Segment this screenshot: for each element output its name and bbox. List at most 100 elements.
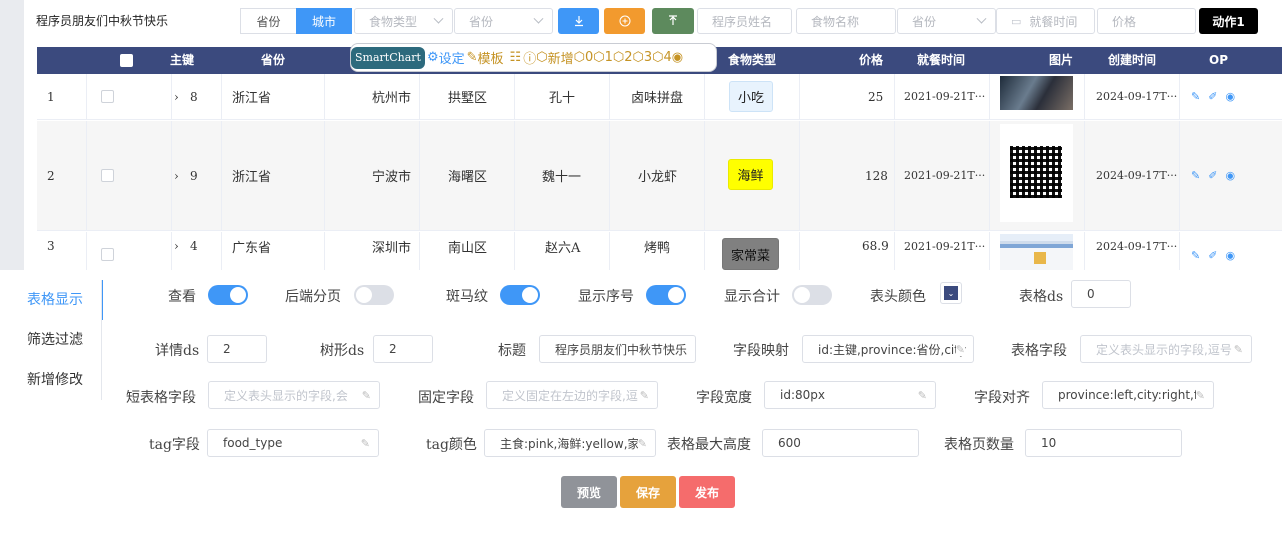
dataset-1[interactable]: 1 [605, 50, 613, 65]
backend-paging-switch[interactable] [354, 285, 394, 305]
tree-ds-input[interactable]: 2 [373, 335, 433, 363]
field-width-input[interactable]: id:80px ✎ [764, 381, 936, 409]
tag-field-input[interactable]: food_type ✎ [207, 429, 379, 457]
table-row[interactable]: 2 › 9 浙江省 宁波市 海曙区 魏十一 小龙虾 海鲜 128 2021-09… [37, 121, 1282, 231]
smartchart-logo[interactable]: SmartChart [351, 46, 425, 69]
field-map-input[interactable]: id:主键,province:省份,city ✎ [802, 335, 974, 363]
upload-button[interactable] [652, 8, 694, 34]
fixed-fields-input[interactable]: 定义固定在左边的字段,逗 ✎ [486, 381, 658, 409]
edit-pen-icon[interactable]: ✎ [1195, 389, 1205, 402]
edit-icon[interactable]: ✎ [1191, 249, 1200, 262]
header-food-type[interactable]: 食物类型 [728, 47, 776, 74]
settings-link[interactable]: 设定 [439, 48, 465, 67]
dataset-3[interactable]: 3 [644, 50, 652, 65]
cell-image[interactable] [1000, 234, 1073, 270]
price-input[interactable]: 价格 [1097, 8, 1196, 34]
max-height-input[interactable]: 600 [762, 429, 919, 457]
header-pk[interactable]: 主键 [170, 47, 194, 74]
eye-icon[interactable]: ◉ [672, 50, 683, 65]
food-name-input[interactable]: 食物名称 [796, 8, 896, 34]
title-label: 标题 [498, 343, 526, 359]
cell-district: 南山区 [448, 240, 488, 256]
template-link[interactable]: 模板 [478, 48, 504, 67]
header-color-picker[interactable]: ⌄ [940, 282, 962, 304]
cell-created: 2024-09-17T··· [1096, 169, 1178, 182]
show-index-switch[interactable] [646, 285, 686, 305]
sidebar-divider [101, 280, 102, 400]
title-input[interactable]: 程序员朋友们中秋节快乐 [539, 335, 696, 363]
row-checkbox[interactable] [101, 248, 114, 261]
edit-pen-icon[interactable]: ✎ [639, 389, 649, 402]
sidebar-item-filter[interactable]: 筛选过滤 [0, 320, 103, 360]
publish-button[interactable]: 发布 [679, 476, 735, 508]
header-province[interactable]: 省份 [261, 47, 285, 74]
header-dining-time[interactable]: 就餐时间 [917, 47, 965, 74]
edit-pen-icon[interactable]: ✎ [637, 437, 647, 450]
sidebar-item-add-edit[interactable]: 新增修改 [0, 360, 103, 400]
zebra-switch[interactable] [500, 285, 540, 305]
province-select[interactable]: 省份 [454, 8, 553, 34]
view-eye-icon[interactable]: ◉ [1225, 249, 1235, 262]
edit-pen-icon[interactable]: ✎ [1233, 343, 1243, 356]
segment-province[interactable]: 省份 [240, 8, 297, 34]
table-ds-input[interactable]: 0 [1071, 280, 1131, 308]
header-price[interactable]: 价格 [859, 47, 883, 74]
field-align-input[interactable]: province:left,city:right,fo ✎ [1042, 381, 1214, 409]
chevron-down-icon: ⌄ [944, 286, 958, 300]
expand-icon[interactable]: › [174, 121, 179, 230]
short-fields-input[interactable]: 定义表头显示的字段,会 ✎ [208, 381, 380, 409]
province2-select[interactable]: 省份 [897, 8, 996, 34]
food-type-select[interactable]: 食物类型 [354, 8, 453, 34]
show-index-label: 显示序号 [578, 289, 634, 305]
header-op: OP [1209, 53, 1228, 67]
detail-ds-input[interactable]: 2 [207, 335, 267, 363]
action1-button[interactable]: 动作1 [1199, 8, 1258, 34]
cell-image[interactable] [1000, 124, 1073, 222]
programmer-input[interactable]: 程序员姓名 [697, 8, 792, 34]
edit-template-icon[interactable]: ✎ [467, 50, 478, 65]
cell-image[interactable] [1000, 76, 1073, 110]
expand-icon[interactable]: › [174, 74, 179, 119]
view-switch[interactable] [208, 285, 248, 305]
page-size-input[interactable]: 10 [1025, 429, 1182, 457]
dataset-0[interactable]: 0 [585, 50, 593, 65]
edit-pen-icon[interactable]: ✎ [361, 389, 371, 402]
row-checkbox[interactable] [101, 169, 114, 182]
header-image: 图片 [1049, 53, 1074, 67]
table-fields-input[interactable]: 定义表头显示的字段,逗号 ✎ [1080, 335, 1252, 363]
pen-icon[interactable]: ✐ [1208, 249, 1217, 262]
download-button[interactable] [558, 8, 599, 34]
list-icon[interactable]: ☷ [510, 50, 522, 65]
add-link[interactable]: 新增 [548, 48, 574, 67]
cell-province: 广东省 [232, 240, 272, 256]
select-all-checkbox[interactable] [120, 54, 133, 67]
edit-icon[interactable]: ✎ [1191, 169, 1200, 182]
edit-pen-icon[interactable]: ✎ [917, 389, 927, 402]
row-checkbox[interactable] [101, 90, 114, 103]
sidebar-item-table-display[interactable]: 表格显示 [0, 280, 103, 320]
add-circle-button[interactable] [604, 8, 645, 34]
preview-button[interactable]: 预览 [561, 476, 617, 508]
cell-district: 海曙区 [448, 170, 488, 185]
expand-icon[interactable]: › [174, 222, 179, 270]
dataset-4[interactable]: 4 [664, 50, 672, 65]
segment-city[interactable]: 城市 [296, 8, 352, 34]
dining-time-input[interactable]: ▭ 就餐时间 [996, 8, 1095, 34]
info-icon[interactable]: ⓘ [523, 48, 536, 67]
tag-color-input[interactable]: 主食:pink,海鲜:yellow,家 ✎ [484, 429, 656, 457]
table-row[interactable]: 1 › 8 浙江省 杭州市 拱墅区 孔十 卤味拼盘 小吃 25 2021-09-… [37, 74, 1282, 120]
dataset-2[interactable]: 2 [624, 50, 632, 65]
edit-pen-icon[interactable]: ✎ [360, 437, 370, 450]
show-total-switch[interactable] [792, 285, 832, 305]
save-button[interactable]: 保存 [620, 476, 676, 508]
header-created[interactable]: 创建时间 [1108, 47, 1156, 74]
table-row[interactable]: 3 › 4 广东省 深圳市 南山区 赵六A 烤鸭 家常菜 68.9 2021-0… [37, 232, 1282, 270]
view-eye-icon[interactable]: ◉ [1225, 169, 1235, 182]
pen-icon[interactable]: ✐ [1208, 169, 1217, 182]
pen-icon[interactable]: ✐ [1208, 90, 1217, 103]
edit-icon[interactable]: ✎ [1191, 90, 1200, 103]
edit-pen-icon[interactable]: ✎ [955, 343, 965, 356]
gear-icon[interactable]: ⚙ [427, 50, 439, 65]
config-panel: 表格显示 筛选过滤 新增修改 查看 后端分页 斑马纹 显示序号 显示合计 表头颜… [0, 270, 1282, 553]
view-eye-icon[interactable]: ◉ [1225, 90, 1235, 103]
